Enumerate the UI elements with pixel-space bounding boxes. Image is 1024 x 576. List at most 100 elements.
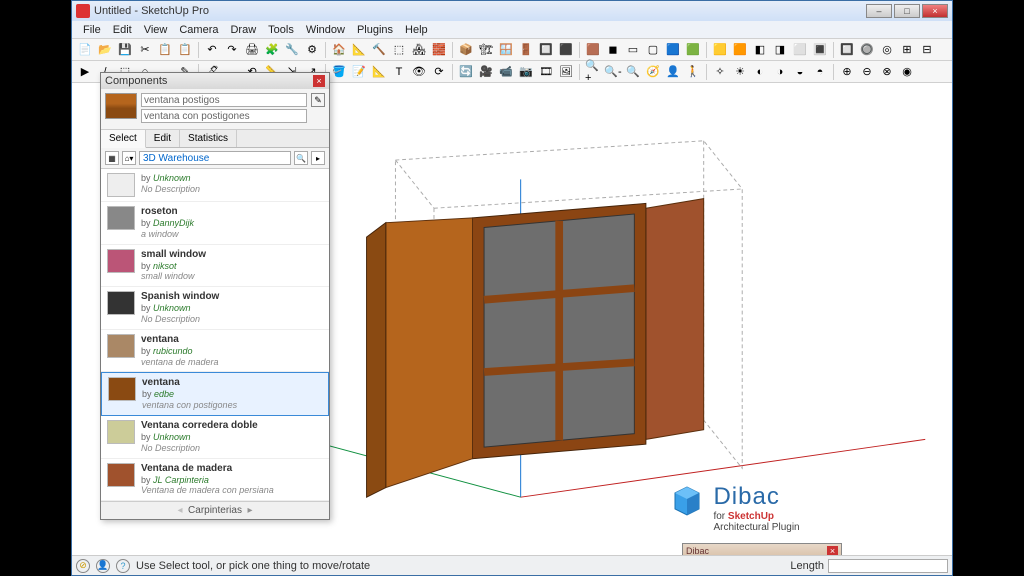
toolbar-1-btn-37[interactable]: 🔘 — [858, 41, 876, 59]
components-tab-statistics[interactable]: Statistics — [180, 130, 237, 147]
components-pin-icon[interactable]: ✎ — [311, 93, 325, 107]
toolbar-1-btn-34[interactable]: ⬜ — [791, 41, 809, 59]
toolbar-2-btn-13[interactable]: 📝 — [350, 63, 368, 81]
search-icon[interactable]: 🔍 — [294, 151, 308, 165]
toolbar-1-btn-26[interactable]: ▭ — [624, 41, 642, 59]
menu-tools[interactable]: Tools — [263, 24, 299, 36]
toolbar-1-btn-38[interactable]: ◎ — [878, 41, 896, 59]
toolbar-1-btn-36[interactable]: 🔲 — [838, 41, 856, 59]
toolbar-1-btn-35[interactable]: 🔳 — [811, 41, 829, 59]
toolbar-1-btn-1[interactable]: 📂 — [96, 41, 114, 59]
toolbar-2-btn-12[interactable]: 🪣 — [330, 63, 348, 81]
toolbar-1-btn-21[interactable]: 🚪 — [517, 41, 535, 59]
components-panel[interactable]: Components × ✎ SelectEditStatistics ▦ ⌂▾… — [100, 72, 330, 520]
toolbar-2-btn-31[interactable]: ☀ — [731, 63, 749, 81]
toolbar-2-btn-38[interactable]: ⊗ — [878, 63, 896, 81]
toolbar-1-btn-10[interactable]: 🔧 — [283, 41, 301, 59]
view-mode-icon[interactable]: ▦ — [105, 151, 119, 165]
components-tab-select[interactable]: Select — [101, 130, 146, 148]
toolbar-2-btn-30[interactable]: ✧ — [711, 63, 729, 81]
component-item[interactable]: rosetonby DannyDijka window — [101, 202, 329, 245]
toolbar-1-btn-6[interactable]: ↶ — [203, 41, 221, 59]
toolbar-2-btn-35[interactable]: ◓ — [811, 63, 829, 81]
component-name-field[interactable] — [141, 93, 307, 107]
toolbar-2-btn-27[interactable]: 🧭 — [644, 63, 662, 81]
status-geo-icon[interactable]: 👤 — [96, 559, 110, 573]
toolbar-1-btn-25[interactable]: ◼ — [604, 41, 622, 59]
components-header[interactable]: Components × — [101, 73, 329, 89]
toolbar-2-btn-14[interactable]: 📐 — [370, 63, 388, 81]
menu-camera[interactable]: Camera — [174, 24, 223, 36]
component-item[interactable]: Spanish windowby UnknownNo Description — [101, 287, 329, 330]
toolbar-2-btn-15[interactable]: T — [390, 63, 408, 81]
toolbar-2-btn-33[interactable]: ◑ — [771, 63, 789, 81]
toolbar-1-btn-29[interactable]: 🟩 — [684, 41, 702, 59]
toolbar-1-btn-33[interactable]: ◨ — [771, 41, 789, 59]
menu-view[interactable]: View — [139, 24, 173, 36]
status-info-icon[interactable]: ⊘ — [76, 559, 90, 573]
toolbar-1-btn-14[interactable]: 🔨 — [370, 41, 388, 59]
toolbar-2-btn-36[interactable]: ⊕ — [838, 63, 856, 81]
toolbar-1-btn-11[interactable]: ⚙ — [303, 41, 321, 59]
toolbar-1-btn-30[interactable]: 🟨 — [711, 41, 729, 59]
maximize-button[interactable]: □ — [894, 4, 920, 18]
toolbar-2-btn-20[interactable]: 📹 — [497, 63, 515, 81]
toolbar-2-btn-24[interactable]: 🔍+ — [584, 63, 602, 81]
menu-file[interactable]: File — [78, 24, 106, 36]
status-help-icon[interactable]: ? — [116, 559, 130, 573]
toolbar-1-btn-7[interactable]: ↷ — [223, 41, 241, 59]
minimize-button[interactable]: – — [866, 4, 892, 18]
toolbar-2-btn-17[interactable]: ⟳ — [430, 63, 448, 81]
toolbar-2-btn-23[interactable]: 🖼 — [557, 63, 575, 81]
component-item[interactable]: ventanaby rubicundoventana de madera — [101, 330, 329, 373]
toolbar-1-btn-9[interactable]: 🧩 — [263, 41, 281, 59]
menu-help[interactable]: Help — [400, 24, 433, 36]
toolbar-1-btn-31[interactable]: 🟧 — [731, 41, 749, 59]
toolbar-2-btn-32[interactable]: ◐ — [751, 63, 769, 81]
toolbar-2-btn-16[interactable]: 👁 — [410, 63, 428, 81]
component-item[interactable]: by UnknownNo Description — [101, 169, 329, 202]
toolbar-1-btn-40[interactable]: ⊟ — [918, 41, 936, 59]
components-tab-edit[interactable]: Edit — [146, 130, 180, 147]
component-item[interactable]: Ventana de maderaby JL CarpinteriaVentan… — [101, 459, 329, 502]
toolbar-1-btn-24[interactable]: 🟫 — [584, 41, 602, 59]
toolbar-1-btn-18[interactable]: 📦 — [457, 41, 475, 59]
toolbar-1-btn-28[interactable]: 🟦 — [664, 41, 682, 59]
toolbar-1-btn-39[interactable]: ⊞ — [898, 41, 916, 59]
toolbar-1-btn-12[interactable]: 🏠 — [330, 41, 348, 59]
toolbar-1-btn-22[interactable]: 🔲 — [537, 41, 555, 59]
toolbar-2-btn-34[interactable]: ◒ — [791, 63, 809, 81]
details-arrow-icon[interactable]: ▸ — [311, 151, 325, 165]
components-close-icon[interactable]: × — [313, 75, 325, 87]
length-input[interactable] — [828, 559, 948, 573]
toolbar-2-btn-22[interactable]: 🎞 — [537, 63, 555, 81]
toolbar-2-btn-39[interactable]: ◉ — [898, 63, 916, 81]
toolbar-1-btn-0[interactable]: 📄 — [76, 41, 94, 59]
toolbar-2-btn-0[interactable]: ▶ — [76, 63, 94, 81]
toolbar-2-btn-21[interactable]: 📷 — [517, 63, 535, 81]
toolbar-1-btn-23[interactable]: ⬛ — [557, 41, 575, 59]
component-item[interactable]: small windowby niksotsmall window — [101, 245, 329, 288]
toolbar-1-btn-20[interactable]: 🪟 — [497, 41, 515, 59]
menu-window[interactable]: Window — [301, 24, 350, 36]
toolbar-1-btn-2[interactable]: 💾 — [116, 41, 134, 59]
toolbar-1-btn-19[interactable]: 🏗 — [477, 41, 495, 59]
toolbar-2-btn-18[interactable]: 🔄 — [457, 63, 475, 81]
toolbar-1-btn-13[interactable]: 📐 — [350, 41, 368, 59]
menu-plugins[interactable]: Plugins — [352, 24, 398, 36]
toolbar-1-btn-32[interactable]: ◧ — [751, 41, 769, 59]
toolbar-1-btn-15[interactable]: ⬚ — [390, 41, 408, 59]
toolbar-2-btn-19[interactable]: 🎥 — [477, 63, 495, 81]
close-button[interactable]: × — [922, 4, 948, 18]
home-icon[interactable]: ⌂▾ — [122, 151, 136, 165]
toolbar-2-btn-28[interactable]: 👤 — [664, 63, 682, 81]
menu-edit[interactable]: Edit — [108, 24, 137, 36]
component-desc-field[interactable] — [141, 109, 307, 123]
toolbar-1-btn-4[interactable]: 📋 — [156, 41, 174, 59]
toolbar-1-btn-17[interactable]: 🧱 — [430, 41, 448, 59]
toolbar-1-btn-16[interactable]: 🏘 — [410, 41, 428, 59]
toolbar-1-btn-27[interactable]: ▢ — [644, 41, 662, 59]
toolbar-2-btn-25[interactable]: 🔍- — [604, 63, 622, 81]
toolbar-2-btn-29[interactable]: 🚶 — [684, 63, 702, 81]
components-source-field[interactable] — [139, 151, 291, 165]
